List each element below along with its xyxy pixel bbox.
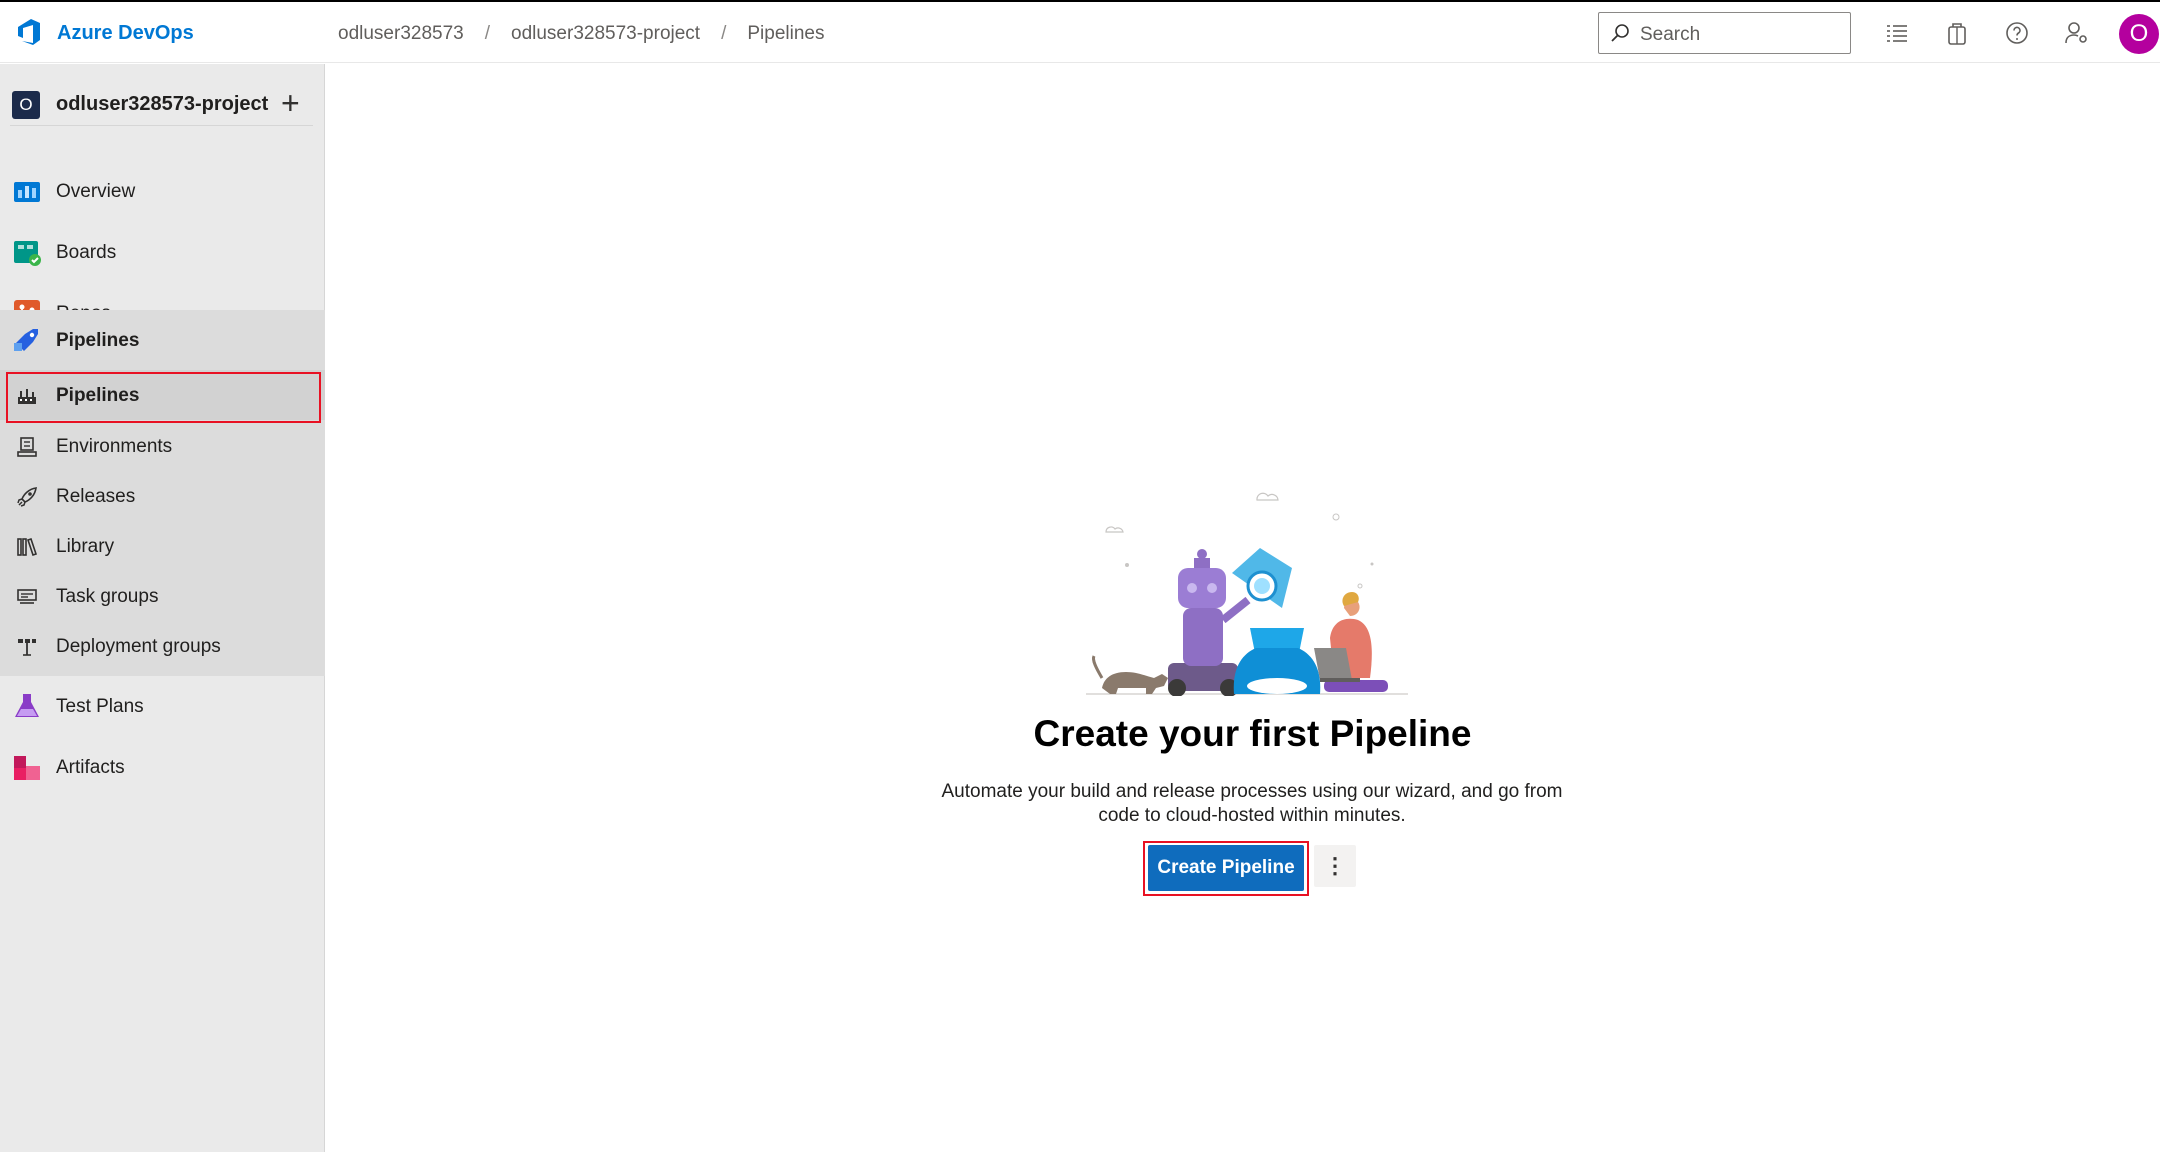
search-box[interactable]: Search bbox=[1598, 12, 1851, 54]
breadcrumb-separator: / bbox=[721, 23, 727, 44]
add-icon[interactable]: + bbox=[281, 87, 300, 119]
user-settings-icon[interactable] bbox=[2064, 20, 2090, 46]
breadcrumb-separator: / bbox=[484, 23, 490, 44]
work-items-list-icon[interactable] bbox=[1884, 20, 1910, 46]
pipelines-section: Pipelines Pipelines Environments Release… bbox=[0, 310, 325, 676]
sidebar-subitem-task-groups[interactable]: Task groups bbox=[0, 571, 325, 621]
task-groups-icon bbox=[17, 589, 37, 604]
project-header: O odluser328573-project + bbox=[10, 78, 313, 126]
sidebar-subitem-deployment-groups[interactable]: Deployment groups bbox=[0, 621, 325, 671]
search-placeholder[interactable]: Search bbox=[1640, 24, 1700, 46]
empty-state-description: Automate your build and release processe… bbox=[941, 781, 1563, 826]
breadcrumb-pipelines[interactable]: Pipelines bbox=[747, 23, 824, 45]
sidebar-subitem-label: Releases bbox=[56, 486, 136, 507]
azure-devops-logo-icon[interactable] bbox=[14, 17, 44, 47]
more-options-icon[interactable]: ⋮ bbox=[1314, 845, 1356, 887]
rocket-icon bbox=[17, 487, 37, 507]
sidebar-subitem-releases[interactable]: Releases bbox=[0, 471, 325, 521]
sidebar-subitem-label: Environments bbox=[56, 436, 173, 457]
sidebar-item-boards[interactable]: Boards bbox=[0, 222, 325, 282]
sidebar-item-overview[interactable]: Overview bbox=[0, 161, 325, 221]
artifacts-icon bbox=[14, 756, 40, 780]
pipelines-icon bbox=[14, 329, 38, 351]
breadcrumb-project[interactable]: odluser328573-project bbox=[511, 23, 700, 45]
pipeline-illustration bbox=[1086, 492, 1408, 696]
sidebar-item-label: Artifacts bbox=[56, 757, 125, 778]
sidebar-subitem-label: Library bbox=[56, 536, 115, 557]
sidebar-subitem-library[interactable]: Library bbox=[0, 521, 325, 571]
breadcrumb: odluser328573 / odluser328573-project / … bbox=[338, 23, 824, 45]
environments-icon bbox=[17, 437, 37, 457]
project-sidebar: O odluser328573-project + Overview Board… bbox=[0, 64, 325, 1152]
help-icon[interactable] bbox=[2004, 20, 2030, 46]
sidebar-subitem-label: Task groups bbox=[56, 586, 159, 607]
sidebar-item-label: Overview bbox=[56, 181, 136, 202]
sidebar-item-pipelines[interactable]: Pipelines bbox=[0, 310, 325, 370]
create-pipeline-button[interactable]: Create Pipeline bbox=[1148, 845, 1304, 891]
library-icon bbox=[17, 537, 38, 557]
sidebar-item-label: Pipelines bbox=[56, 330, 140, 351]
empty-state-title: Create your first Pipeline bbox=[1033, 713, 1472, 754]
marketplace-bag-icon[interactable] bbox=[1944, 20, 1970, 46]
sidebar-subitem-environments[interactable]: Environments bbox=[0, 421, 325, 471]
top-header: Azure DevOps odluser328573 / odluser3285… bbox=[0, 2, 2160, 63]
project-name[interactable]: odluser328573-project bbox=[56, 93, 268, 116]
search-icon bbox=[1611, 24, 1629, 42]
sidebar-item-label: Boards bbox=[56, 242, 117, 263]
overview-icon bbox=[14, 182, 40, 202]
boards-icon bbox=[14, 241, 41, 266]
app-name[interactable]: Azure DevOps bbox=[57, 22, 194, 45]
breadcrumb-organization[interactable]: odluser328573 bbox=[338, 23, 464, 45]
project-avatar[interactable]: O bbox=[12, 91, 40, 119]
user-avatar[interactable]: O bbox=[2119, 14, 2159, 54]
selected-item-highlight bbox=[6, 372, 321, 423]
deployment-groups-icon bbox=[18, 639, 36, 656]
sidebar-subitem-label: Deployment groups bbox=[56, 636, 221, 657]
